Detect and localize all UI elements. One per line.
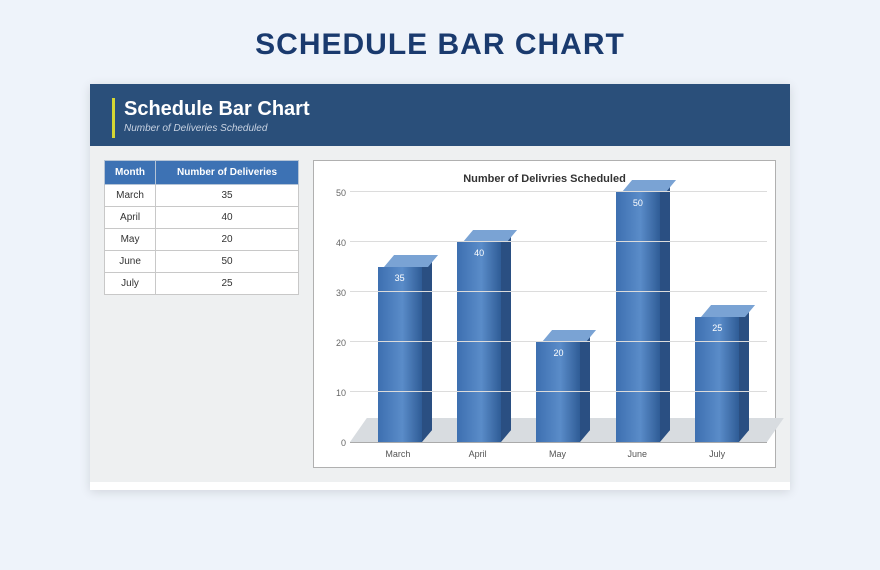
cell-month: March [105,185,156,207]
bar: 50 [610,192,666,442]
table-header-deliveries: Number of Deliveries [156,161,299,185]
x-tick-label: May [529,449,585,459]
grid-line [350,341,767,342]
chart-title: Number of Delivries Scheduled [322,173,767,185]
header-accent-bar [112,98,115,138]
bar: 35 [372,267,428,442]
cell-month: April [105,207,156,229]
bar-value-label: 40 [457,248,501,258]
bars-row: 35 40 20 50 25 [350,193,767,442]
table-row: March 35 [105,185,299,207]
cell-value: 35 [156,185,299,207]
grid-line [350,191,767,192]
y-tick-label: 40 [336,238,346,248]
table-row: May 20 [105,229,299,251]
card-subtitle: Number of Deliveries Scheduled [124,123,768,134]
card-header: Schedule Bar Chart Number of Deliveries … [90,84,790,146]
x-tick-label: June [609,449,665,459]
cell-value: 40 [156,207,299,229]
bar: 25 [689,317,745,442]
data-table: Month Number of Deliveries March 35 Apri… [104,160,299,295]
chart-plot: 35 40 20 50 25 [350,193,767,443]
y-tick-label: 50 [336,188,346,198]
x-axis: March April May June July [322,443,767,459]
cell-value: 20 [156,229,299,251]
cell-month: July [105,273,156,295]
cell-month: June [105,251,156,273]
bar-value-label: 50 [616,198,660,208]
grid-line [350,391,767,392]
bar-value-label: 35 [378,273,422,283]
chart-container: Number of Delivries Scheduled 0 10 20 30 40 5… [313,160,776,468]
x-tick-label: July [689,449,745,459]
bar-value-label: 20 [536,348,580,358]
cell-value: 25 [156,273,299,295]
x-tick-label: March [370,449,426,459]
bar: 40 [451,242,507,442]
card-body: Month Number of Deliveries March 35 Apri… [90,146,790,482]
y-tick-label: 30 [336,288,346,298]
y-axis: 01020304050 [322,193,350,443]
page-title: SCHEDULE BAR CHART [255,28,625,62]
y-tick-label: 10 [336,388,346,398]
table-row: April 40 [105,207,299,229]
chart-card: Schedule Bar Chart Number of Deliveries … [90,84,790,490]
bar-value-label: 25 [695,323,739,333]
bar: 20 [530,342,586,442]
y-tick-label: 0 [341,438,346,448]
grid-line [350,291,767,292]
grid-line [350,241,767,242]
cell-value: 50 [156,251,299,273]
table-row: June 50 [105,251,299,273]
x-tick-label: April [450,449,506,459]
y-tick-label: 20 [336,338,346,348]
table-row: July 25 [105,273,299,295]
table-header-month: Month [105,161,156,185]
card-title: Schedule Bar Chart [124,98,768,121]
chart-canvas: 01020304050 3540205025 [322,193,767,443]
cell-month: May [105,229,156,251]
